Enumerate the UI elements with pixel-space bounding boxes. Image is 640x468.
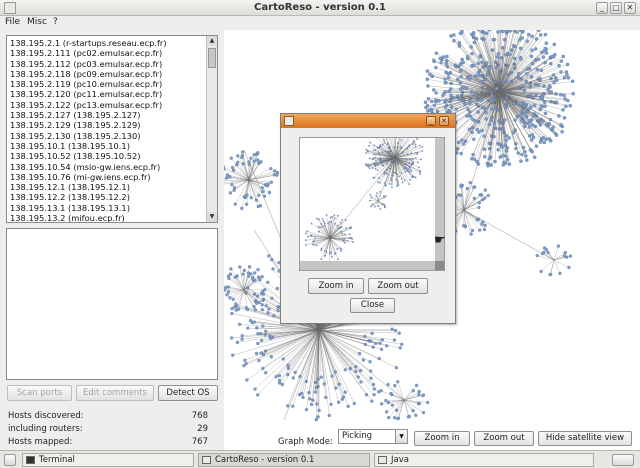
graph-mode-value: Picking (342, 431, 373, 441)
satellite-graph (304, 138, 424, 263)
menu-bar: File Misc ? (0, 16, 640, 30)
graph-cluster[interactable] (364, 138, 424, 189)
list-item[interactable]: 138.195.12.1 (138.195.12.1) (10, 182, 206, 192)
graph-cluster[interactable] (224, 150, 280, 211)
list-item[interactable]: 138.195.2.118 (pc09.emulsar.ecp.fr) (10, 69, 206, 79)
terminal-icon (26, 456, 35, 464)
trash-icon[interactable] (612, 454, 634, 466)
satellite-close-icon[interactable]: ✕ (439, 116, 449, 126)
scroll-thumb[interactable] (208, 48, 216, 68)
graph-cluster[interactable] (304, 214, 354, 263)
minimize-button[interactable]: _ (596, 2, 608, 14)
edit-comments-button[interactable]: Edit comments (76, 385, 154, 401)
satellite-scroll-corner (435, 261, 444, 270)
list-item[interactable]: 138.195.2.130 (138.195.2.130) (10, 131, 206, 141)
detect-os-button[interactable]: Detect OS (158, 385, 218, 401)
close-button[interactable]: ✕ (624, 2, 636, 14)
chevron-down-icon[interactable]: ▼ (395, 430, 407, 443)
stat-hosts-discovered: Hosts discovered: 768 (8, 411, 208, 421)
scroll-up-icon[interactable]: ▲ (207, 36, 217, 46)
menu-help[interactable]: ? (53, 17, 58, 27)
list-item[interactable]: 138.195.12.2 (138.195.12.2) (10, 192, 206, 202)
window-titlebar: CartoReso - version 0.1 _ □ ✕ (0, 0, 640, 16)
show-desktop-icon[interactable] (4, 454, 16, 466)
list-item[interactable]: 138.195.2.122 (pc13.emulsar.ecp.fr) (10, 100, 206, 110)
task-java[interactable]: Java (374, 453, 594, 467)
list-item[interactable]: 138.195.10.76 (mi-gw.iens.ecp.fr) (10, 172, 206, 182)
list-item[interactable]: 138.195.10.54 (msio-gw.iens.ecp.fr) (10, 162, 206, 172)
window-title: CartoReso - version 0.1 (254, 2, 386, 13)
scroll-down-icon[interactable]: ▼ (207, 212, 217, 222)
list-item[interactable]: 138.195.2.111 (pc02.emulsar.ecp.fr) (10, 48, 206, 58)
stat-hosts-mapped: Hosts mapped: 767 (8, 437, 208, 447)
list-item[interactable]: 138.195.2.1 (r-startups.reseau.ecp.fr) (10, 38, 206, 48)
left-panel: 138.195.2.1 (r-startups.reseau.ecp.fr) 13… (0, 30, 224, 450)
taskbar: Terminal CartoReso - version 0.1 Java (0, 450, 640, 468)
host-rows: 138.195.2.1 (r-startups.reseau.ecp.fr) 13… (10, 38, 206, 222)
list-item[interactable]: 138.195.2.119 (pc10.emulsar.ecp.fr) (10, 79, 206, 89)
host-list[interactable]: 138.195.2.1 (r-startups.reseau.ecp.fr) 13… (6, 35, 218, 223)
graph-mode-select[interactable]: Picking ▼ (338, 429, 408, 444)
host-details-area[interactable] (6, 228, 218, 380)
menu-misc[interactable]: Misc (27, 17, 47, 27)
graph-cluster[interactable] (224, 265, 267, 312)
app-icon (284, 116, 294, 126)
satellite-minimize-button[interactable]: _ (426, 116, 436, 126)
list-item[interactable]: 138.195.13.1 (138.195.13.1) (10, 203, 206, 213)
zoom-out-button[interactable]: Zoom out (474, 431, 534, 446)
satellite-close-button[interactable]: Close (350, 298, 395, 313)
satellite-view[interactable] (299, 137, 445, 271)
list-item[interactable]: 138.195.2.112 (pc03.emulsar.ecp.fr) (10, 59, 206, 69)
hide-satellite-view-button[interactable]: Hide satellite view (538, 431, 632, 446)
list-item[interactable]: 138.195.2.129 (138.195.2.129) (10, 120, 206, 130)
satellite-horizontal-scrollbar[interactable] (300, 261, 437, 270)
zoom-in-button[interactable]: Zoom in (414, 431, 470, 446)
graph-cluster[interactable] (369, 191, 387, 210)
task-terminal[interactable]: Terminal (22, 453, 194, 467)
list-item[interactable]: 138.195.2.127 (138.195.2.127) (10, 110, 206, 120)
satellite-zoom-in-button[interactable]: Zoom in (308, 278, 364, 294)
list-item[interactable]: 138.195.10.52 (138.195.10.52) (10, 151, 206, 161)
graph-mode-label: Graph Mode: (278, 437, 333, 447)
window-icon (202, 456, 211, 464)
maximize-button[interactable]: □ (610, 2, 622, 14)
task-cartoreso[interactable]: CartoReso - version 0.1 (198, 453, 370, 467)
list-item[interactable]: 138.195.2.120 (pc11.emulsar.ecp.fr) (10, 89, 206, 99)
list-item[interactable]: 138.195.10.1 (138.195.10.1) (10, 141, 206, 151)
satellite-titlebar[interactable]: _ ✕ (281, 114, 455, 128)
window-icon (378, 456, 387, 464)
menu-file[interactable]: File (5, 17, 20, 27)
satellite-zoom-out-button[interactable]: Zoom out (368, 278, 428, 294)
satellite-window: _ ✕ Zoom in Zoom out Close (280, 113, 456, 324)
list-scrollbar[interactable]: ▲ ▼ (206, 36, 217, 222)
list-item[interactable]: 138.195.13.2 (mifou.ecp.fr) (10, 213, 206, 222)
hand-cursor-icon: ☛ (434, 233, 446, 248)
scan-ports-button[interactable]: Scan ports (7, 385, 72, 401)
stat-routers: including routers: 29 (8, 424, 208, 434)
graph-cluster[interactable] (535, 244, 573, 277)
